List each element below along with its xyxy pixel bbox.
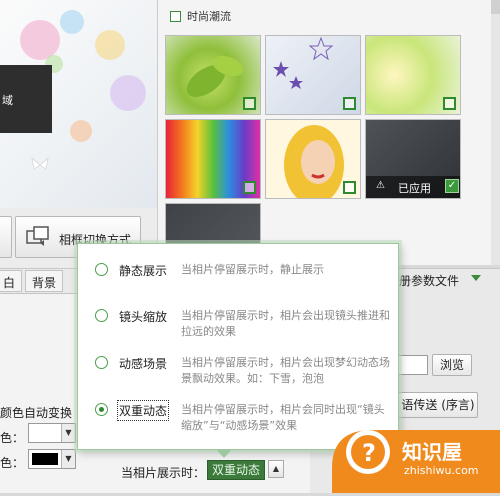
template-thumb-leaves[interactable] — [165, 35, 261, 115]
dropdown-arrow-icon[interactable] — [471, 275, 481, 281]
decor-bubble — [95, 30, 125, 60]
dropdown-arrow-icon: ▼ — [61, 450, 75, 468]
album-preview: 域 — [0, 0, 157, 208]
warning-icon: ⚠ — [376, 180, 385, 191]
tab-background[interactable]: 背景 — [25, 270, 64, 292]
applied-bar: ⚠ 已应用 ✓ — [366, 176, 460, 198]
select-checkbox[interactable] — [243, 97, 256, 110]
select-checkbox[interactable] — [343, 181, 356, 194]
category-header[interactable]: 时尚潮流 — [164, 8, 231, 24]
watermark: ? 知识屋 zhishiwu.com — [332, 408, 500, 493]
template-thumb-rainbow[interactable] — [165, 119, 261, 199]
scroll-up-arrow[interactable] — [491, 0, 500, 14]
template-thumb-applied[interactable]: ⚠ 已应用 ✓ — [365, 119, 461, 199]
gallery-scrollbar[interactable] — [491, 0, 500, 265]
template-gallery: 时尚潮流 ⚠ 已应用 ✓ — [157, 0, 500, 265]
select-checkbox[interactable] — [443, 97, 456, 110]
decor-bubble — [110, 75, 146, 111]
radio-zoom[interactable] — [95, 309, 108, 322]
photo-frame-preview: 域 — [0, 65, 52, 133]
previous-button[interactable] — [0, 216, 12, 258]
auto-color-label: 颜色自动变换 — [0, 406, 73, 420]
color-label-1: 色： — [0, 431, 25, 445]
template-thumb-girl[interactable] — [265, 119, 361, 199]
option-desc: 当相片停留展示时，相片会出现镜头推进和拉远的效果 — [181, 309, 390, 338]
path-input[interactable] — [398, 355, 428, 375]
checkmark-icon[interactable]: ✓ — [445, 179, 459, 193]
category-label: 时尚潮流 — [187, 10, 231, 23]
option-desc: 当相片停留展示时，静止展示 — [181, 263, 324, 276]
option-title: 双重动态 — [116, 400, 170, 421]
browse-button[interactable]: 浏览 — [432, 354, 472, 376]
params-file-label[interactable]: 册参数文件 — [399, 272, 459, 289]
select-checkbox[interactable] — [243, 181, 256, 194]
display-mode-label: 当相片展示时： — [121, 466, 206, 480]
color-swatch — [32, 453, 58, 465]
decor-bubble — [20, 20, 60, 60]
watermark-brand: 知识屋 — [402, 440, 462, 464]
svg-text:?: ? — [362, 439, 376, 467]
display-mode-select[interactable]: 双重动态 — [207, 460, 265, 480]
option-title: 静态展示 — [119, 264, 168, 278]
decor-bubble — [60, 10, 84, 34]
color-label-2: 色： — [0, 456, 25, 470]
radio-dual[interactable] — [95, 403, 108, 416]
template-thumb-stars[interactable] — [265, 35, 361, 115]
chevron-up-icon[interactable]: ▲ — [268, 460, 284, 478]
select-checkbox[interactable] — [343, 97, 356, 110]
template-thumb-sparkle[interactable] — [365, 35, 461, 115]
category-checkbox[interactable] — [170, 10, 181, 22]
applied-label: 已应用 — [398, 182, 431, 195]
dropdown-arrow-icon: ▼ — [61, 424, 75, 442]
option-title: 镜头缩放 — [119, 310, 168, 324]
tab-white[interactable]: 白 — [0, 270, 23, 292]
option-title: 动感场景 — [119, 357, 168, 371]
radio-scene[interactable] — [95, 356, 108, 369]
watermark-url: zhishiwu.com — [404, 464, 479, 477]
decor-bubble — [70, 120, 92, 142]
preview-overlay-text: 域 — [2, 94, 13, 107]
popup-caret — [216, 449, 232, 458]
butterfly-icon — [31, 156, 49, 170]
option-desc: 当相片停留展示时，相片会出现梦幻动态场景飘动效果。如：下雪，泡泡 — [181, 356, 390, 385]
frame-switch-icon — [26, 226, 49, 246]
color-combo-1[interactable]: ▼ — [28, 423, 76, 443]
color-combo-2[interactable]: ▼ — [28, 449, 76, 469]
radio-static[interactable] — [95, 263, 108, 276]
